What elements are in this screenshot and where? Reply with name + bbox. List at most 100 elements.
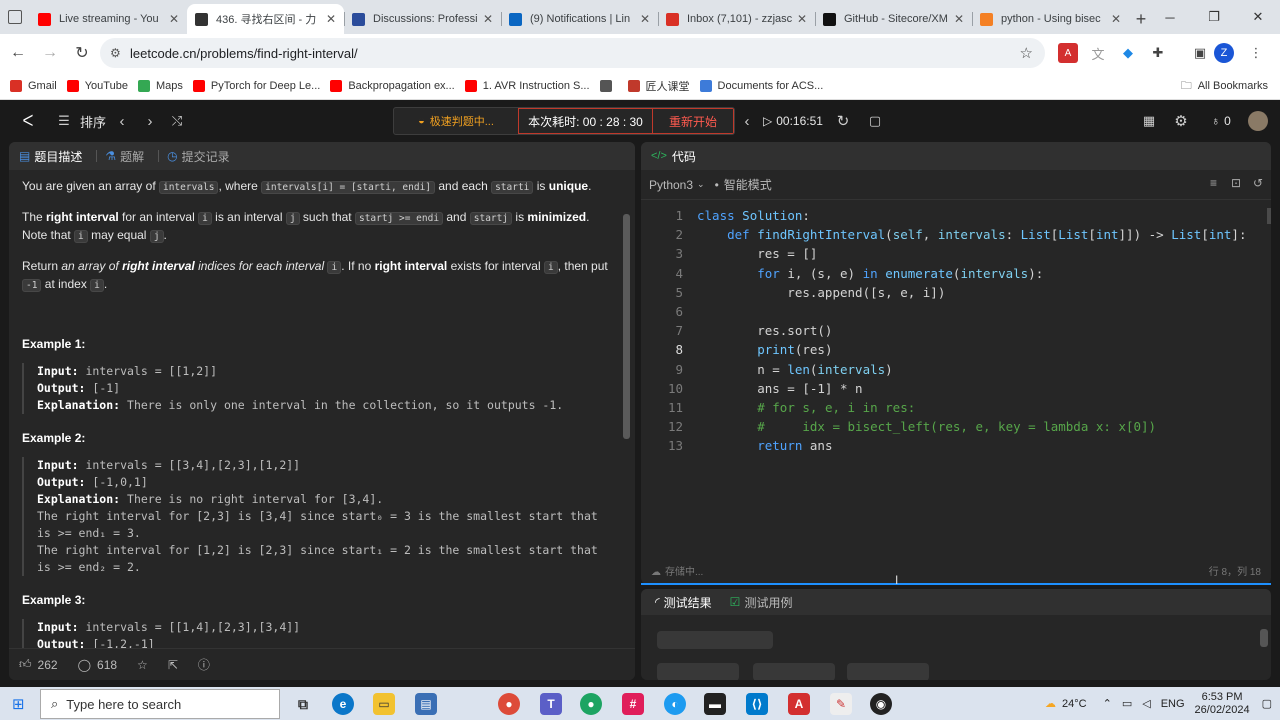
editor-scrollbar[interactable]: [1267, 208, 1271, 224]
tab-test-case[interactable]: 测试用例: [744, 594, 792, 611]
close-window-button[interactable]: ✕: [1236, 0, 1280, 34]
code-line[interactable]: print(res): [697, 342, 832, 357]
test-scrollbar[interactable]: [1260, 629, 1268, 647]
side-panel-icon[interactable]: ▣: [1190, 43, 1210, 63]
reset-code-icon[interactable]: ↺: [1253, 176, 1263, 190]
bookmark-item[interactable]: PyTorch for Deep Le...: [192, 79, 320, 92]
description-scrollbar[interactable]: [622, 184, 630, 654]
tab-close-icon[interactable]: ✕: [483, 12, 493, 26]
bookmark-item[interactable]: 1. AVR Instruction S...: [464, 79, 590, 92]
vscode-icon[interactable]: ⟨⟩: [746, 693, 768, 715]
leetcode-logo-icon[interactable]: ᐸ: [18, 111, 38, 131]
tab-description[interactable]: ▤ 题目描述: [19, 148, 82, 165]
chevron-down-icon[interactable]: ⌄: [697, 179, 705, 190]
tab-close-icon[interactable]: ✕: [169, 12, 179, 26]
input-language[interactable]: ENG: [1161, 698, 1185, 710]
list-icon[interactable]: ☰: [54, 111, 74, 131]
code-line[interactable]: return ans: [697, 438, 832, 453]
tab-close-icon[interactable]: ✕: [326, 12, 336, 26]
code-line[interactable]: res.append([s, e, i]): [697, 285, 945, 300]
browser-tab[interactable]: python - Using bisec ✕: [972, 4, 1129, 34]
tab-close-icon[interactable]: ✕: [1111, 12, 1121, 26]
code-line[interactable]: res.sort(): [697, 323, 832, 338]
tab-search-icon[interactable]: [8, 10, 22, 24]
bookmark-star-icon[interactable]: ☆: [1020, 44, 1033, 62]
scrollbar-thumb[interactable]: [623, 214, 630, 439]
comments-button[interactable]: ◯ 618: [78, 658, 117, 672]
slack-icon[interactable]: #: [622, 693, 644, 715]
bookmark-item[interactable]: Documents for ACS...: [699, 79, 823, 92]
user-avatar[interactable]: [1248, 111, 1268, 131]
tab-submissions[interactable]: ◷ 提交记录: [167, 148, 230, 165]
site-info-icon[interactable]: ⚙: [110, 46, 121, 60]
tab-close-icon[interactable]: ✕: [954, 12, 964, 26]
code-editor[interactable]: 1 class Solution: 2 def findRightInterval(…: [641, 202, 1271, 552]
tab-code-label[interactable]: 代码: [672, 148, 696, 165]
code-line[interactable]: def findRightInterval(self, intervals: L…: [697, 227, 1246, 242]
network-icon[interactable]: ▭: [1122, 697, 1132, 710]
outlook-icon[interactable]: ▤: [415, 693, 437, 715]
code-line[interactable]: # for s, e, i in res:: [697, 400, 915, 415]
forward-button[interactable]: →: [36, 39, 64, 67]
next-problem-icon[interactable]: ›: [142, 111, 158, 131]
paint-icon[interactable]: ✎: [830, 693, 852, 715]
panel-resize-handle[interactable]: [641, 583, 1271, 585]
problem-list-label[interactable]: 排序: [78, 111, 108, 131]
acrobat-icon[interactable]: A: [788, 693, 810, 715]
settings-gear-icon[interactable]: ⚙: [1172, 111, 1190, 131]
taskbar-search[interactable]: ⌕ Type here to search: [40, 689, 280, 719]
browser-tab[interactable]: 436. 寻找右区间 - 力 ✕: [187, 4, 344, 34]
bookmark-item[interactable]: YouTube: [66, 79, 128, 92]
task-view-icon[interactable]: ⧉: [292, 693, 314, 715]
app-icon[interactable]: ◐: [664, 693, 686, 715]
bookmark-item[interactable]: Gmail: [10, 79, 57, 92]
help-icon[interactable]: ⓘ: [198, 656, 210, 673]
share-icon[interactable]: ⇱: [168, 658, 178, 672]
terminal-icon[interactable]: ▬: [704, 693, 726, 715]
windows-start-icon[interactable]: ⊞: [12, 695, 25, 713]
timer-collapse-icon[interactable]: ‹: [740, 111, 754, 131]
tab-close-icon[interactable]: ✕: [797, 12, 807, 26]
browser-tab[interactable]: GitHub - Sitecore/XM ✕: [815, 4, 972, 34]
adobe-extension-icon[interactable]: A: [1058, 43, 1078, 63]
favorite-star-icon[interactable]: ☆: [137, 658, 148, 672]
tab-test-result[interactable]: 测试结果: [664, 594, 712, 611]
chrome-profile-icon[interactable]: ●: [580, 693, 602, 715]
browser-tab[interactable]: Discussions: Professi ✕: [344, 4, 501, 34]
reload-button[interactable]: ↻: [68, 39, 96, 67]
tab-solutions[interactable]: ⚗ 题解: [105, 148, 144, 165]
profile-avatar[interactable]: Z: [1214, 43, 1234, 63]
layout-icon[interactable]: ▦: [1140, 111, 1158, 131]
code-line[interactable]: res = []: [697, 246, 817, 261]
translate-extension-icon[interactable]: 文: [1088, 43, 1108, 63]
notification-icon[interactable]: ▢: [1262, 697, 1272, 710]
shuffle-icon[interactable]: ⤭: [168, 111, 186, 131]
volume-icon[interactable]: ◁: [1142, 697, 1150, 710]
prev-problem-icon[interactable]: ‹: [114, 111, 130, 131]
teams-icon[interactable]: T: [540, 693, 562, 715]
menu-kebab-icon[interactable]: ⋮: [1246, 43, 1266, 63]
bookmark-item[interactable]: Maps: [137, 79, 183, 92]
browser-tab[interactable]: Inbox (7,101) - zzjasc ✕: [658, 4, 815, 34]
bookmark-item[interactable]: [599, 79, 618, 92]
all-bookmarks-button[interactable]: 🗀 All Bookmarks: [1181, 72, 1268, 100]
code-line[interactable]: for i, (s, e) in enumerate(intervals):: [697, 266, 1043, 281]
code-line[interactable]: ans = [-1] * n: [697, 381, 862, 396]
temperature[interactable]: 24°C: [1062, 698, 1087, 710]
browser-tab[interactable]: Live streaming - You ✕: [30, 4, 187, 34]
bookmark-item[interactable]: 匠人课堂: [627, 78, 690, 94]
stopwatch[interactable]: ▷ 00:16:51: [760, 111, 826, 131]
language-select[interactable]: Python3: [649, 178, 693, 192]
file-explorer-icon[interactable]: ▭: [373, 693, 395, 715]
extensions-puzzle-icon[interactable]: ✚: [1148, 43, 1168, 63]
code-line[interactable]: class Solution:: [697, 208, 810, 223]
bookmark-item[interactable]: Backpropagation ex...: [330, 79, 455, 92]
back-button[interactable]: ←: [4, 39, 32, 67]
edge-icon[interactable]: e: [332, 693, 354, 715]
note-icon[interactable]: ▢: [866, 111, 884, 131]
reset-timer-icon[interactable]: ↻: [834, 111, 852, 131]
like-button[interactable]: 👍︎ 262: [19, 657, 58, 672]
maximize-button[interactable]: ❐: [1192, 0, 1236, 34]
code-line[interactable]: n = len(intervals): [697, 362, 892, 377]
tab-close-icon[interactable]: ✕: [640, 12, 650, 26]
